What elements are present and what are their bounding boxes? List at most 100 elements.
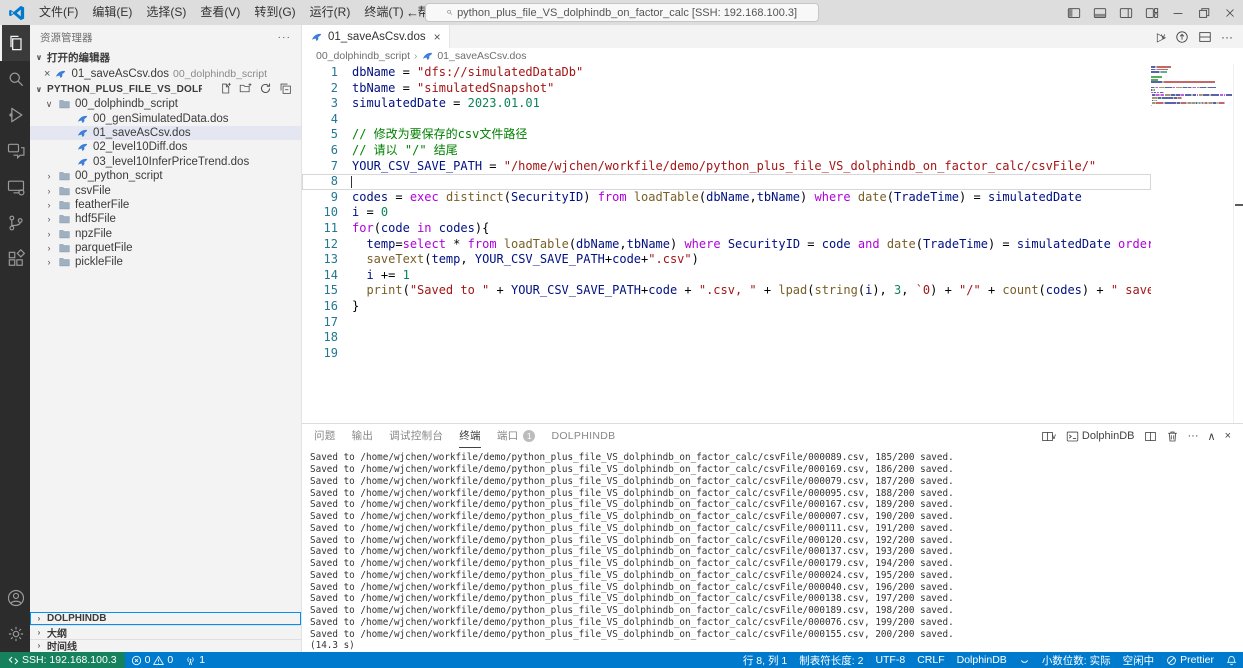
code-line-10[interactable]: 10i = 0 — [302, 205, 1151, 221]
code-line-18[interactable]: 18 — [302, 330, 1151, 346]
status-item-小数位数: 实际[interactable]: 小数位数: 实际 — [1036, 652, 1117, 668]
status-item-bell[interactable] — [1220, 652, 1243, 668]
new-folder-icon[interactable] — [239, 82, 253, 96]
tree-item-parquetFile[interactable]: ›parquetFile — [30, 241, 301, 255]
layout-panel-icon[interactable] — [1087, 0, 1113, 25]
code-line-15[interactable]: 15 print("Saved to " + YOUR_CSV_SAVE_PAT… — [302, 283, 1151, 299]
split-editor-icon[interactable] — [1198, 30, 1212, 44]
panel-tab-DOLPHINDB[interactable]: DOLPHINDB — [551, 424, 615, 448]
run-debug-icon[interactable] — [0, 97, 30, 133]
code-line-13[interactable]: 13 saveText(temp, YOUR_CSV_SAVE_PATH+cod… — [302, 252, 1151, 268]
tree-item-01_saveAsCsv.dos[interactable]: 01_saveAsCsv.dos — [30, 126, 301, 140]
panel-tab-终端[interactable]: 终端 — [459, 424, 481, 448]
code-line-3[interactable]: 3simulatedDate = 2023.01.01 — [302, 96, 1151, 112]
explorer-icon[interactable] — [0, 25, 30, 61]
status-item-smiley[interactable] — [1013, 652, 1036, 668]
code-line-19[interactable]: 19 — [302, 346, 1151, 362]
kill-terminal-icon[interactable] — [1166, 430, 1179, 443]
code-line-14[interactable]: 14 i += 1 — [302, 268, 1151, 284]
menu-item[interactable]: 查看(V) — [193, 0, 247, 25]
tree-item-00_dolphindb_script[interactable]: ∨00_dolphindb_script — [30, 97, 301, 111]
tree-item-featherFile[interactable]: ›featherFile — [30, 198, 301, 212]
terminal-output[interactable]: Saved to /home/wjchen/workfile/demo/pyth… — [302, 448, 1243, 652]
code-line-1[interactable]: 1dbName = "dfs://simulatedDataDb" — [302, 65, 1151, 81]
code-line-11[interactable]: 11for(code in codes){ — [302, 221, 1151, 237]
terminal-instance[interactable]: DolphinDB — [1066, 430, 1135, 443]
account-icon[interactable] — [0, 580, 30, 616]
status-item-制表符长度: 2[interactable]: 制表符长度: 2 — [793, 652, 869, 668]
source-control-icon[interactable] — [0, 205, 30, 241]
close-icon[interactable] — [1217, 0, 1243, 25]
extensions-icon[interactable] — [0, 241, 30, 277]
code-area[interactable]: 1dbName = "dfs://simulatedDataDb"2tbName… — [302, 64, 1151, 423]
minimap[interactable] — [1151, 64, 1233, 423]
panel-tab-问题[interactable]: 问题 — [314, 424, 336, 448]
code-line-5[interactable]: 5// 修改为要保存的csv文件路径 — [302, 127, 1151, 143]
new-file-icon[interactable] — [219, 82, 233, 96]
settings-icon[interactable] — [0, 616, 30, 652]
status-item-remote-SSH: 192.168.100.3[interactable]: SSH: 192.168.100.3 — [0, 652, 125, 668]
run-file-button[interactable]: ▷∨ — [1157, 30, 1166, 44]
tree-item-03_level10InferPriceTrend.dos[interactable]: 03_level10InferPriceTrend.dos — [30, 155, 301, 169]
tree-item-00_genSimulatedData.dos[interactable]: 00_genSimulatedData.dos — [30, 111, 301, 125]
tree-item-npzFile[interactable]: ›npzFile — [30, 227, 301, 241]
code-editor[interactable]: 1dbName = "dfs://simulatedDataDb"2tbName… — [302, 64, 1243, 423]
status-item-error-0-warning-0[interactable]: 00 — [125, 652, 180, 668]
chat-icon[interactable] — [0, 133, 30, 169]
breadcrumb-file[interactable]: 01_saveAsCsv.dos — [421, 50, 526, 62]
more-actions-icon[interactable]: ··· — [1221, 30, 1233, 44]
tree-item-02_level10Diff.dos[interactable]: 02_level10Diff.dos — [30, 140, 301, 154]
code-line-17[interactable]: 17 — [302, 315, 1151, 331]
restore-icon[interactable] — [1191, 0, 1217, 25]
code-line-16[interactable]: 16} — [302, 299, 1151, 315]
panel-tab-端口[interactable]: 端口1 — [497, 424, 536, 448]
menu-item[interactable]: 运行(R) — [303, 0, 358, 25]
code-line-12[interactable]: 12 temp=select * from loadTable(dbName,t… — [302, 237, 1151, 253]
back-arrow-icon[interactable]: ← — [406, 5, 419, 20]
menu-item[interactable]: 文件(F) — [32, 0, 85, 25]
status-item-DolphinDB[interactable]: DolphinDB — [951, 652, 1013, 668]
status-item-CRLF[interactable]: CRLF — [911, 652, 950, 668]
code-line-6[interactable]: 6// 请以 "/" 结尾 — [302, 143, 1151, 159]
remote-explorer-icon[interactable] — [0, 169, 30, 205]
layout-sidebar-left-icon[interactable] — [1061, 0, 1087, 25]
new-terminal-button[interactable]: ∨ — [1041, 430, 1057, 443]
tree-item-csvFile[interactable]: ›csvFile — [30, 183, 301, 197]
tree-item-00_python_script[interactable]: ›00_python_script — [30, 169, 301, 183]
maximize-panel-icon[interactable]: ∧ — [1208, 430, 1216, 443]
close-panel-icon[interactable]: × — [1225, 430, 1231, 442]
menu-item[interactable]: 编辑(E) — [85, 0, 139, 25]
search-icon[interactable] — [0, 61, 30, 97]
tree-item-pickleFile[interactable]: ›pickleFile — [30, 255, 301, 269]
code-line-8[interactable]: 8 — [302, 174, 1151, 190]
code-line-4[interactable]: 4 — [302, 112, 1151, 128]
tree-item-hdf5File[interactable]: ›hdf5File — [30, 212, 301, 226]
status-item-radio-tower-1[interactable]: 1 — [179, 652, 211, 668]
layout-custom-icon[interactable] — [1139, 0, 1165, 25]
code-line-9[interactable]: 9codes = exec distinct(SecurityID) from … — [302, 190, 1151, 206]
split-terminal-icon[interactable] — [1144, 430, 1157, 443]
status-item-空闲中[interactable]: 空闲中 — [1117, 652, 1161, 668]
section-outline[interactable]: › 大纲 — [30, 625, 301, 639]
menu-item[interactable]: 选择(S) — [139, 0, 193, 25]
menu-item[interactable]: 终端(T) — [357, 0, 410, 25]
section-timeline[interactable]: › 时间线 — [30, 639, 301, 653]
overview-ruler[interactable] — [1233, 64, 1243, 423]
panel-tab-输出[interactable]: 输出 — [352, 424, 374, 448]
tab-01-saveascsv[interactable]: 01_saveAsCsv.dos × — [302, 25, 450, 48]
code-line-2[interactable]: 2tbName = "simulatedSnapshot" — [302, 81, 1151, 97]
close-tab-icon[interactable]: × — [434, 30, 441, 44]
minimize-icon[interactable] — [1165, 0, 1191, 25]
panel-tab-调试控制台[interactable]: 调试控制台 — [389, 424, 443, 448]
refresh-icon[interactable] — [259, 82, 273, 96]
menu-item[interactable]: 转到(G) — [247, 0, 302, 25]
layout-sidebar-right-icon[interactable] — [1113, 0, 1139, 25]
command-center-search[interactable]: ⌕ python_plus_file_VS_dolphindb_on_facto… — [425, 3, 819, 22]
workspace-header[interactable]: ∨ PYTHON_PLUS_FILE_VS_DOLPHINDB_ON_FACTO… — [30, 81, 301, 97]
close-editor-icon[interactable]: × — [44, 68, 50, 80]
collapse-all-icon[interactable] — [279, 82, 293, 96]
breadcrumb-folder[interactable]: 00_dolphindb_script — [316, 50, 410, 62]
more-actions-icon[interactable]: ··· — [1188, 430, 1199, 442]
more-actions-icon[interactable]: ··· — [278, 31, 292, 43]
status-item-circle-slash-Prettier[interactable]: Prettier — [1160, 652, 1220, 668]
